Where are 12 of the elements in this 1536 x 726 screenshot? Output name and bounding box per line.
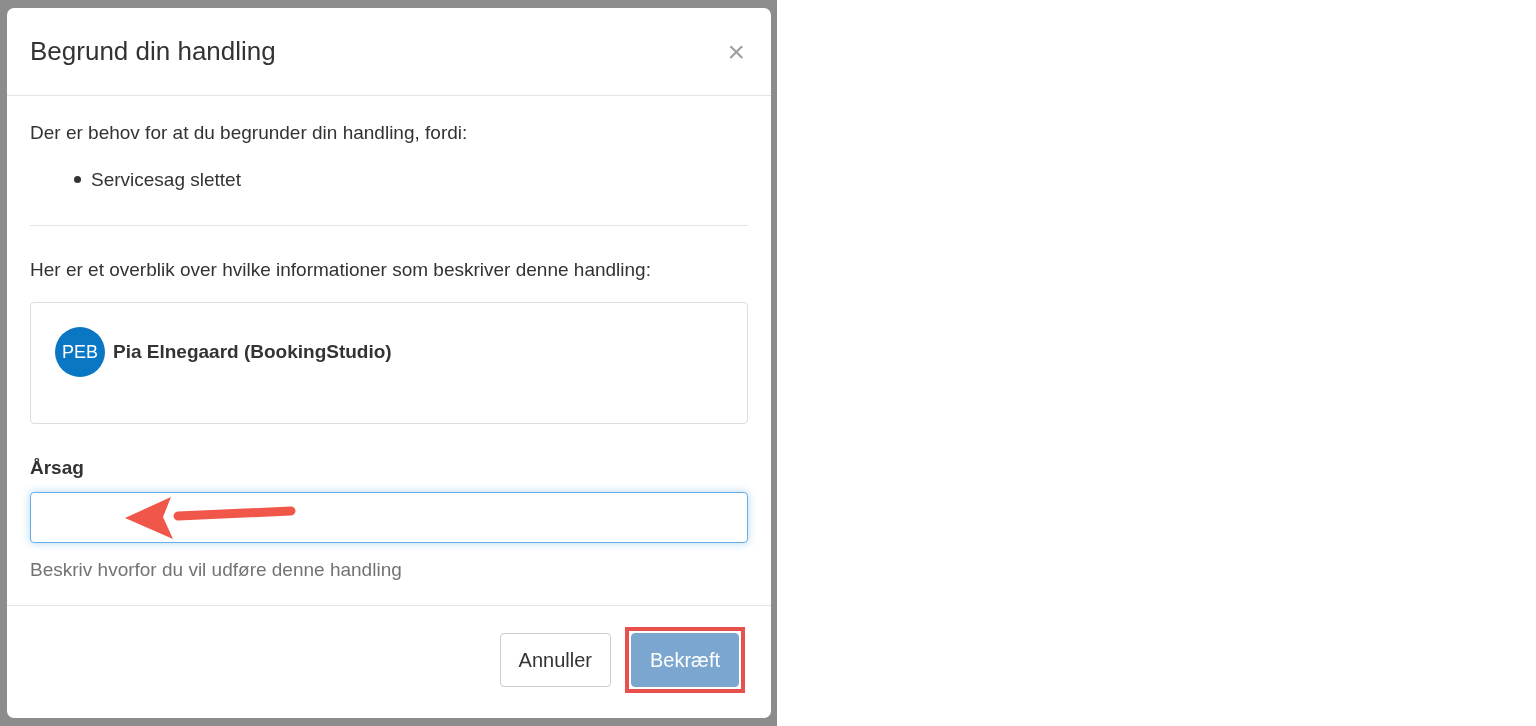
avatar: PEB xyxy=(55,327,105,377)
close-button[interactable]: × xyxy=(727,34,745,69)
intro-text: Der er behov for at du begrunder din handling, fordi: xyxy=(30,121,469,145)
bullet-icon xyxy=(74,176,81,183)
entity-name: Pia Elnegaard (BookingStudio) xyxy=(113,341,392,363)
reason-input-field[interactable] xyxy=(30,492,748,543)
dialog-title: Begrund din handling xyxy=(30,36,276,67)
reason-text: Servicesag slettet xyxy=(91,168,241,192)
help-text: Beskriv hvorfor du vil udføre denne handling xyxy=(30,558,403,582)
dialog-button[interactable]: Annuller xyxy=(499,633,611,687)
overview-text: Her er et overblik over hvilke informationer som beskriver denne handling: xyxy=(30,258,652,282)
field-label: Årsag xyxy=(30,456,85,480)
